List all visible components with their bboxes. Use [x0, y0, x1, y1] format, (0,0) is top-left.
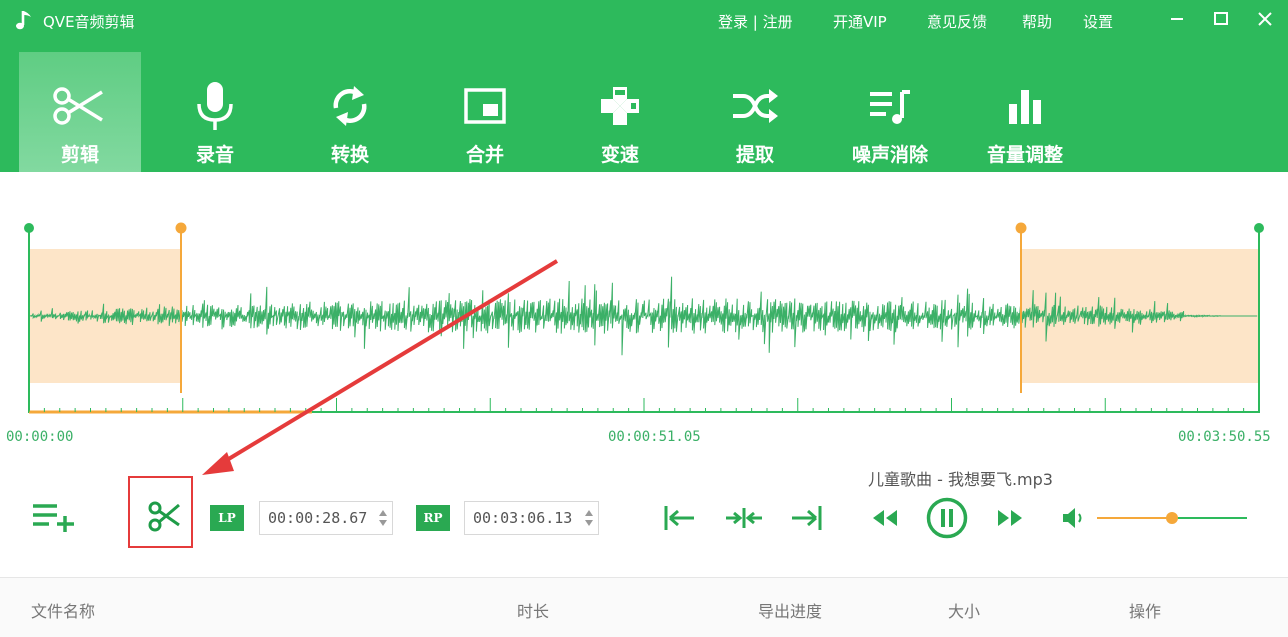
- timeline-ticks: [28, 398, 1260, 412]
- tab-merge[interactable]: 合并: [424, 52, 546, 172]
- tab-volume-adjust-label: 音量调整: [986, 144, 1063, 166]
- end-time-label: 00:03:50.55: [1178, 429, 1271, 445]
- app-window: QVE音频剪辑 登录 | 注册 开通VIP 意见反馈 帮助 设置 剪辑 录音 转…: [0, 0, 1288, 637]
- rp-time-value: 00:03:06.13: [473, 509, 573, 527]
- fast-forward-button[interactable]: [995, 506, 1025, 530]
- current-filename: 儿童歌曲 - 我想要飞.mp3: [868, 470, 1053, 489]
- tab-edit-label: 剪辑: [60, 144, 99, 166]
- tab-convert[interactable]: 转换: [289, 52, 411, 172]
- col-actions: 操作: [1129, 602, 1162, 621]
- maximize-button[interactable]: [1206, 6, 1236, 34]
- fast-forward-icon: [998, 510, 1022, 526]
- col-duration: 时长: [517, 602, 550, 621]
- mute-button[interactable]: [1061, 505, 1087, 531]
- app-title: QVE音频剪辑: [43, 13, 135, 31]
- start-handle[interactable]: [24, 223, 34, 233]
- tab-record-label: 录音: [195, 144, 234, 166]
- jump-start-icon: [664, 506, 694, 530]
- settings-link[interactable]: 设置: [1083, 11, 1113, 32]
- speaker-icon: [1063, 508, 1082, 528]
- jump-to-start-button[interactable]: [662, 503, 698, 533]
- feedback-link[interactable]: 意见反馈: [927, 11, 987, 32]
- lp-badge: LP: [210, 505, 244, 531]
- noise-removal-icon: [829, 80, 951, 132]
- file-list-header: 文件名称 时长 导出进度 大小 操作: [0, 578, 1288, 637]
- tab-extract[interactable]: 提取: [694, 52, 816, 172]
- collapse-icon: [726, 508, 762, 528]
- tab-convert-label: 转换: [330, 144, 369, 166]
- start-time-label: 00:00:00: [6, 429, 74, 445]
- mid-time-label: 00:00:51.05: [608, 429, 701, 445]
- end-handle[interactable]: [1254, 223, 1264, 233]
- tab-noise-removal[interactable]: 噪声消除: [829, 52, 951, 172]
- rewind-button[interactable]: [870, 506, 900, 530]
- tab-volume-adjust[interactable]: 音量调整: [964, 52, 1086, 172]
- jump-to-end-button[interactable]: [789, 503, 825, 533]
- vip-link[interactable]: 开通VIP: [833, 11, 887, 32]
- extract-icon: [694, 80, 816, 132]
- tab-merge-label: 合并: [465, 144, 504, 166]
- minimize-button[interactable]: [1162, 6, 1192, 34]
- tab-speed[interactable]: 变速: [559, 52, 681, 172]
- lp-time-value: 00:00:28.67: [268, 509, 368, 527]
- rp-badge: RP: [416, 505, 450, 531]
- tab-extract-label: 提取: [735, 144, 774, 166]
- tab-speed-label: 变速: [600, 144, 639, 166]
- tab-edit[interactable]: 剪辑: [19, 52, 141, 172]
- tab-record[interactable]: 录音: [154, 52, 276, 172]
- volume-knob[interactable]: [1166, 512, 1178, 524]
- add-file-button[interactable]: [31, 500, 77, 534]
- rewind-icon: [873, 510, 897, 526]
- merge-icon: [424, 80, 546, 132]
- microphone-icon: [154, 80, 276, 132]
- help-link[interactable]: 帮助: [1022, 11, 1052, 32]
- header: QVE音频剪辑 登录 | 注册 开通VIP 意见反馈 帮助 设置 剪辑 录音 转…: [0, 0, 1288, 172]
- add-list-icon: [33, 504, 74, 532]
- rp-spinner-icon[interactable]: [583, 506, 595, 530]
- lp-spinner-icon[interactable]: [377, 506, 389, 530]
- scissors-icon: [19, 80, 141, 132]
- scissors-icon: [148, 501, 180, 532]
- selection-start-handle[interactable]: [175, 222, 187, 234]
- col-filename: 文件名称: [31, 602, 96, 621]
- pause-icon: [926, 497, 968, 539]
- convert-icon: [289, 80, 411, 132]
- title-bar: QVE音频剪辑 登录 | 注册 开通VIP 意见反馈 帮助 设置: [0, 0, 1288, 42]
- waveform-editor[interactable]: 00:00:00 00:00:51.05 00:03:50.55: [0, 172, 1288, 452]
- lp-time-input[interactable]: 00:00:28.67: [259, 501, 393, 535]
- col-export-progress: 导出进度: [758, 602, 823, 621]
- tab-noise-removal-label: 噪声消除: [851, 144, 928, 166]
- volume-slider[interactable]: [1097, 512, 1247, 524]
- speed-icon: [559, 80, 681, 132]
- selection-end-handle[interactable]: [1015, 222, 1027, 234]
- music-note-icon: [16, 11, 31, 30]
- waveform-canvas[interactable]: [0, 172, 1288, 422]
- volume-level: [1097, 517, 1172, 519]
- jump-end-icon: [792, 506, 822, 530]
- rp-time-input[interactable]: 00:03:06.13: [464, 501, 599, 535]
- cut-button[interactable]: [128, 476, 193, 548]
- volume-adjust-icon: [964, 80, 1086, 132]
- login-register-link[interactable]: 登录 | 注册: [718, 11, 793, 32]
- close-button[interactable]: [1250, 6, 1280, 34]
- pause-button[interactable]: [926, 497, 968, 539]
- center-selection-button[interactable]: [725, 503, 763, 533]
- col-size: 大小: [948, 602, 981, 621]
